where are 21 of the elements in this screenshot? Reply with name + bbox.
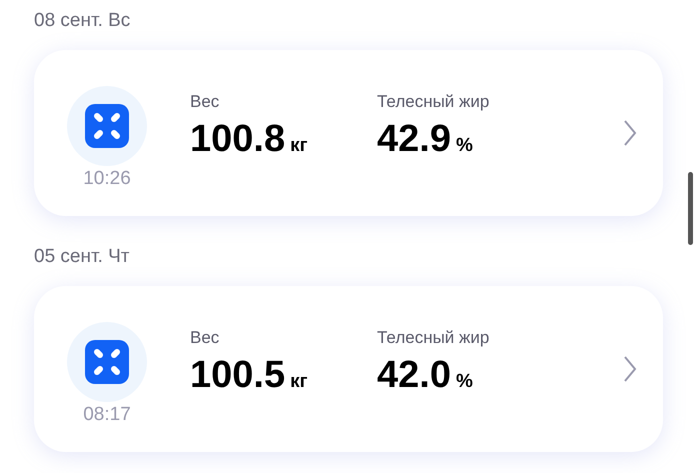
- time-label: 10:26: [83, 168, 131, 190]
- metric-unit: %: [456, 134, 473, 156]
- chevron-right-icon: [623, 355, 637, 383]
- scrollbar[interactable]: [688, 172, 693, 245]
- metric-unit: кг: [290, 370, 308, 392]
- record-card[interactable]: 10:26 Вес 100.8 кг Телесный жир 42.9%: [34, 50, 663, 216]
- metric-value: 100.8: [190, 118, 286, 160]
- metric-label: Телесный жир: [377, 328, 490, 348]
- date-label: 08 сент. Вс: [34, 9, 132, 33]
- time-label: 08:17: [83, 404, 131, 426]
- metric-label: Вес: [190, 92, 220, 112]
- metric-value: 42.0: [377, 354, 451, 396]
- metric-unit: кг: [290, 134, 308, 156]
- metric-unit: %: [456, 370, 473, 392]
- record-card[interactable]: 08:17 Вес 100.5 кг Телесный жир 42.0%: [34, 286, 663, 452]
- chevron-right-icon: [623, 119, 637, 147]
- metric-label: Вес: [190, 328, 220, 348]
- metric-label: Телесный жир: [377, 92, 490, 112]
- metric-value: 42.9: [377, 118, 451, 160]
- date-label: 05 сент. Чт: [34, 245, 130, 269]
- metric-value: 100.5: [190, 354, 286, 396]
